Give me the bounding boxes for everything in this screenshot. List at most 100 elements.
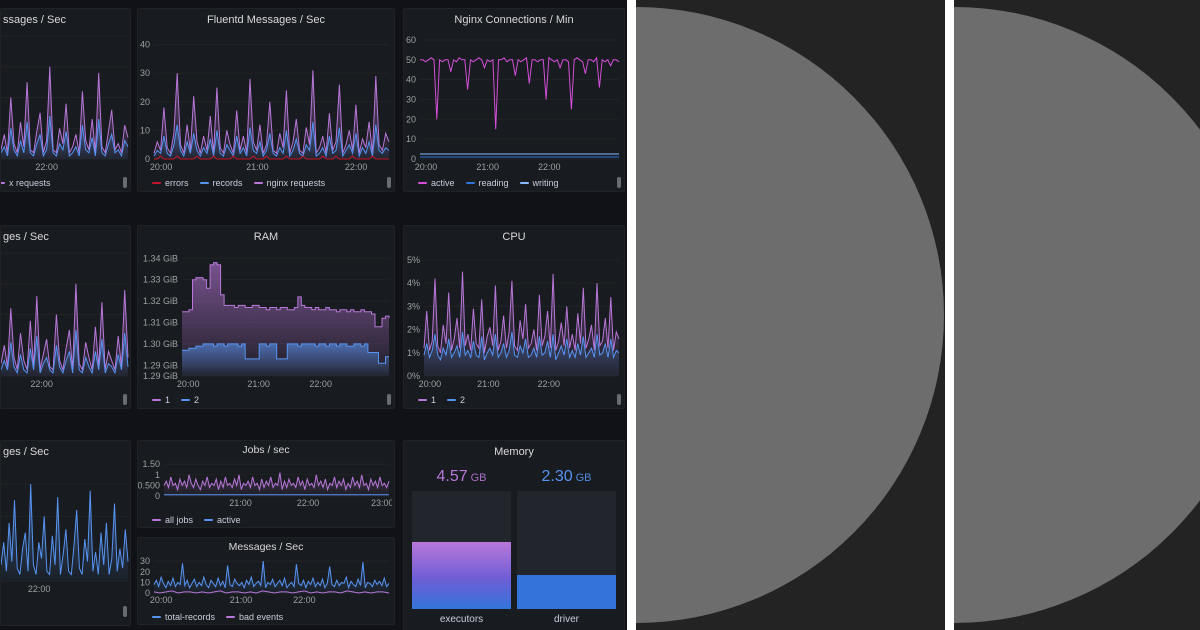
svg-text:1: 1	[155, 470, 160, 480]
messages-chart-cut-mid[interactable]: 22:00	[1, 248, 130, 390]
legend-label: reading	[478, 178, 509, 188]
panel-title[interactable]: ssages / Sec	[1, 9, 130, 31]
legend-item[interactable]: 1	[418, 395, 436, 405]
panel-drag-handle[interactable]	[387, 177, 391, 188]
gauge-fill-executors	[412, 541, 511, 609]
legend-label: 2	[194, 395, 200, 405]
gauge-bar-driver	[517, 491, 616, 609]
svg-text:40: 40	[406, 75, 416, 85]
gauge-fill-driver	[517, 574, 616, 609]
legend-item[interactable]: 2	[447, 395, 465, 405]
svg-text:21:00: 21:00	[477, 379, 500, 389]
panel-messages-per-sec: Messages / Sec 0 10 20 30 20:00 21:00 22:00 to…	[137, 537, 395, 625]
gauge-label-driver: driver	[553, 614, 579, 625]
legend-label: 1	[165, 395, 171, 405]
panel-ram: RAM 1.34 GiB 1.33 GiB 1.32 GiB 1.31 GiB 1.30…	[137, 225, 395, 409]
svg-text:20:00: 20:00	[415, 162, 438, 172]
legend-label: errors	[165, 178, 189, 188]
svg-text:1.32 GiB: 1.32 GiB	[143, 296, 178, 306]
panel-drag-handle[interactable]	[123, 394, 127, 405]
legend-marker	[181, 399, 191, 401]
ram-chart[interactable]: 1.34 GiB 1.33 GiB 1.32 GiB 1.31 GiB 1.30 GiB…	[138, 248, 392, 390]
gauge-value-driver: 2.30 GB	[541, 468, 592, 485]
panel-drag-handle[interactable]	[617, 394, 621, 405]
panel-title[interactable]: RAM	[138, 226, 394, 248]
panel-title[interactable]: CPU	[404, 226, 624, 248]
panel-title[interactable]: ges / Sec	[1, 441, 130, 463]
panel-messages-sec-cut-top: ssages / Sec 22:00 x requests	[0, 8, 131, 192]
cpu-chart[interactable]: 0%1%2%3%4%5%20:00 21:00 22:00	[404, 248, 622, 390]
legend: 12	[152, 395, 199, 405]
messages-chart-cut-bottom[interactable]: 22:00	[1, 463, 130, 595]
legend-marker	[418, 182, 427, 184]
messages-per-sec-chart[interactable]: 010203020:00 21:00 22:00	[138, 556, 392, 606]
legend: x requests	[1, 178, 51, 188]
legend-marker	[253, 182, 263, 184]
legend-item[interactable]: x requests	[1, 178, 51, 188]
legend-item[interactable]: bad events	[226, 612, 283, 622]
panel-jobs-per-sec: Jobs / sec 0 0.500 1 1.50 21:00 22:00 23:00 al…	[137, 440, 395, 528]
svg-text:20: 20	[140, 567, 150, 577]
legend-marker	[152, 182, 161, 184]
legend-label: x requests	[9, 178, 51, 188]
panel-cpu: CPU 0% 1% 2% 3% 4% 5% 20:00 21:00 22:00 12	[403, 225, 625, 409]
svg-text:20:00: 20:00	[150, 162, 173, 172]
svg-text:1.29 GiB: 1.29 GiB	[143, 371, 178, 381]
panel-drag-handle[interactable]	[123, 606, 127, 617]
svg-text:1.33 GiB: 1.33 GiB	[143, 275, 178, 285]
panel-fluentd-messages: Fluentd Messages / Sec 0 10 20 30 40 20:00 21:…	[137, 8, 395, 192]
gauge-value-executors: 4.57 GB	[436, 468, 487, 485]
legend-marker	[152, 616, 161, 618]
legend-item[interactable]: reading	[465, 178, 509, 188]
jobs-chart[interactable]: 00.50011.50 21:00 22:00 23:00	[138, 459, 392, 509]
legend-marker	[519, 182, 529, 184]
legend-label: writing	[532, 178, 559, 188]
panel-drag-handle[interactable]	[123, 177, 127, 188]
gauge-executors[interactable]: 4.57 GB executors	[412, 465, 511, 625]
svg-text:22:00: 22:00	[538, 162, 561, 172]
legend-item[interactable]: 1	[152, 395, 170, 405]
svg-text:22:00: 22:00	[297, 498, 320, 508]
legend-item[interactable]: active	[204, 515, 241, 525]
panel-title[interactable]: Memory	[404, 441, 624, 463]
messages-chart-cut-top[interactable]: 22:00	[1, 31, 130, 173]
svg-text:0.500: 0.500	[138, 480, 160, 490]
nginx-connections-chart[interactable]: 010203040506020:00 21:00 22:00	[404, 31, 622, 173]
svg-text:20:00: 20:00	[419, 379, 442, 389]
svg-text:22:00: 22:00	[35, 162, 58, 172]
legend-label: nginx requests	[266, 178, 326, 188]
panel-title[interactable]: Nginx Connections / Min	[404, 9, 624, 31]
legend-item[interactable]: nginx requests	[253, 178, 326, 188]
svg-text:1.29 GiB: 1.29 GiB	[143, 360, 178, 370]
fluentd-messages-chart[interactable]: 01020304020:00 21:00 22:00	[138, 31, 392, 173]
svg-text:0: 0	[155, 491, 160, 501]
panel-nginx-connections: Nginx Connections / Min 0 10 20 30 40 50 60 20:…	[403, 8, 625, 192]
legend-label: bad events	[239, 612, 284, 622]
legend-item[interactable]: all jobs	[152, 515, 193, 525]
panel-title[interactable]: Jobs / sec	[138, 441, 394, 459]
legend-item[interactable]: records	[199, 178, 243, 188]
legend-label: records	[212, 178, 243, 188]
svg-text:20:00: 20:00	[177, 379, 200, 389]
legend-item[interactable]: errors	[152, 178, 189, 188]
svg-text:21:00: 21:00	[229, 498, 252, 508]
panel-drag-handle[interactable]	[617, 177, 621, 188]
svg-text:5%: 5%	[407, 255, 420, 265]
panel-title[interactable]: Messages / Sec	[138, 538, 394, 556]
white-divider-1	[627, 0, 636, 630]
gauge-driver[interactable]: 2.30 GB driver	[517, 465, 616, 625]
svg-text:10: 10	[140, 125, 150, 135]
legend-marker	[152, 519, 161, 521]
legend-item[interactable]: 2	[181, 395, 199, 405]
legend-item[interactable]: total-records	[152, 612, 215, 622]
legend: errors records nginx requests	[152, 178, 325, 188]
legend-label: active	[217, 515, 241, 525]
legend-item[interactable]: writing	[519, 178, 559, 188]
panel-drag-handle[interactable]	[387, 394, 391, 405]
panel-title[interactable]: ges / Sec	[1, 226, 130, 248]
panel-title[interactable]: Fluentd Messages / Sec	[138, 9, 394, 31]
legend-item[interactable]: active	[418, 178, 455, 188]
white-divider-2	[945, 0, 954, 630]
svg-text:20:00: 20:00	[150, 595, 173, 605]
svg-text:30: 30	[140, 68, 150, 78]
